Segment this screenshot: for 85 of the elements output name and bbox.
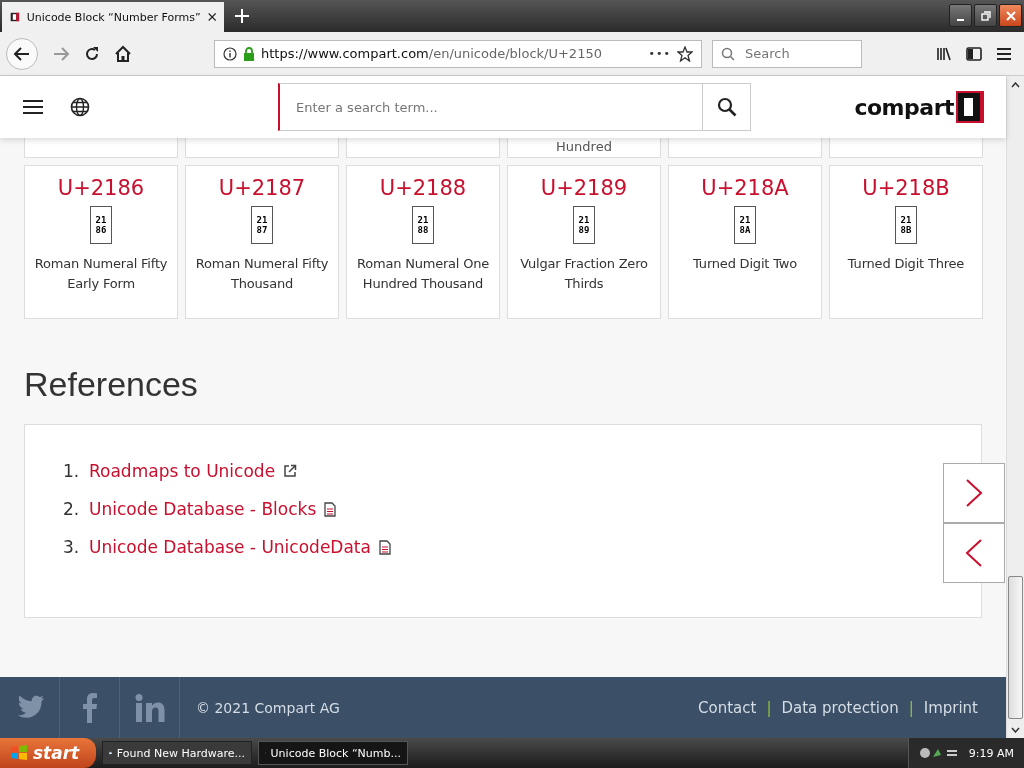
- glyph-code: 87: [256, 225, 268, 235]
- restore-icon: [980, 10, 991, 21]
- footer-link[interactable]: Data protection: [781, 698, 899, 717]
- sidebar-icon[interactable]: [966, 46, 982, 61]
- logo-icon: [10, 10, 20, 24]
- close-icon: [1005, 10, 1016, 21]
- character-name: Turned Digit Two: [692, 255, 798, 273]
- section-heading: References: [24, 365, 199, 404]
- document-icon: [324, 501, 337, 517]
- character-name: Roman Numeral Fifty Thousand: [194, 255, 330, 293]
- back-button[interactable]: [6, 37, 38, 70]
- glyph-code: 21: [578, 215, 590, 225]
- glyph-code: 89: [578, 225, 590, 235]
- glyph-code: 88: [417, 225, 429, 235]
- chevron-right-icon: [965, 478, 983, 508]
- glyph-code: 21: [256, 215, 268, 225]
- code-point[interactable]: U+2186: [57, 176, 145, 200]
- plus-icon[interactable]: [234, 8, 250, 24]
- chevron-left-icon: [965, 538, 983, 568]
- close-button[interactable]: [999, 4, 1022, 27]
- reference-link[interactable]: Roadmaps to Unicode: [89, 461, 276, 481]
- scrollbar-thumb[interactable]: [1008, 576, 1023, 719]
- taskbar-button[interactable]: Found New Hardware...: [102, 741, 252, 765]
- close-icon[interactable]: [207, 11, 216, 23]
- logo-text[interactable]: compart: [854, 94, 954, 120]
- network-icon: [918, 745, 959, 761]
- star-icon[interactable]: [677, 45, 693, 62]
- glyph-code: 21: [900, 215, 912, 225]
- separator: |: [766, 698, 772, 717]
- scrollbar[interactable]: [1006, 76, 1024, 738]
- code-point[interactable]: U+2187: [218, 176, 306, 200]
- glyph-code: 21: [95, 215, 107, 225]
- character-name: Roman Numeral One Hundred Thousand: [355, 255, 491, 293]
- list-number: 2.: [63, 499, 81, 519]
- code-point[interactable]: U+2189: [540, 176, 628, 200]
- document-icon: [378, 539, 391, 555]
- minimize-button[interactable]: [949, 4, 972, 27]
- library-icon[interactable]: [936, 45, 952, 62]
- reload-icon[interactable]: [84, 45, 100, 62]
- search-input[interactable]: Search: [743, 45, 847, 62]
- footer-link[interactable]: Imprint: [923, 698, 978, 717]
- card-label: Hundred: [556, 140, 612, 154]
- reference-link[interactable]: Unicode Database - Blocks: [89, 499, 317, 519]
- taskbar-button[interactable]: Unicode Block “Numb...: [258, 741, 408, 765]
- character-name: Turned Digit Three: [846, 255, 966, 273]
- url-text: https://www.compart.com/en/unicode/block/U+2150: [261, 46, 603, 61]
- clock-text: 9:19 AM: [968, 746, 1014, 760]
- external-link-icon: [283, 464, 298, 478]
- code-point[interactable]: U+2188: [379, 176, 467, 200]
- home-icon[interactable]: [114, 44, 132, 63]
- code-point[interactable]: U+218B: [862, 176, 950, 200]
- glyph-code: 86: [95, 225, 107, 235]
- start-button[interactable]: start: [0, 738, 96, 768]
- search-field[interactable]: Search: [712, 39, 862, 68]
- glyph-code: 21: [417, 215, 429, 225]
- next-button[interactable]: [943, 463, 1005, 523]
- glyph-code: 8B: [900, 225, 912, 235]
- search-icon: [716, 97, 737, 117]
- list-number: 3.: [63, 537, 81, 557]
- windows-logo-icon: [10, 744, 28, 762]
- reference-link[interactable]: Unicode Database - UnicodeData: [89, 537, 371, 557]
- menu-icon[interactable]: [22, 99, 44, 115]
- character-name: Roman Numeral Fifty Early Form: [33, 255, 169, 293]
- character-name: Vulgar Fraction Zero Thirds: [519, 255, 649, 293]
- menu-icon[interactable]: [996, 46, 1012, 61]
- minimize-icon: [957, 18, 964, 21]
- card[interactable]: Hundred: [507, 138, 661, 158]
- search-icon: [721, 46, 735, 61]
- tab-title: Unicode Block “Number Forms”: [26, 10, 201, 24]
- glyph-code: 21: [739, 215, 751, 225]
- restore-button[interactable]: [974, 4, 997, 27]
- logo-icon[interactable]: [956, 91, 984, 123]
- list-number: 1.: [63, 461, 81, 481]
- lock-icon: [243, 46, 255, 61]
- globe-icon[interactable]: [70, 97, 90, 117]
- glyph-code: 8A: [739, 225, 751, 235]
- browser-tab[interactable]: Unicode Block “Number Forms”: [2, 2, 224, 32]
- info-icon[interactable]: [223, 46, 237, 61]
- footer-link[interactable]: Contact: [698, 698, 757, 717]
- copyright-text: © 2021 Compart AG: [196, 699, 340, 716]
- back-icon: [13, 44, 31, 63]
- separator: |: [908, 698, 914, 717]
- more-text[interactable]: •••: [648, 47, 671, 60]
- address-bar[interactable]: https://www.compart.com/en/unicode/block/U+2150 •••: [214, 39, 702, 68]
- code-point[interactable]: U+218A: [701, 176, 789, 200]
